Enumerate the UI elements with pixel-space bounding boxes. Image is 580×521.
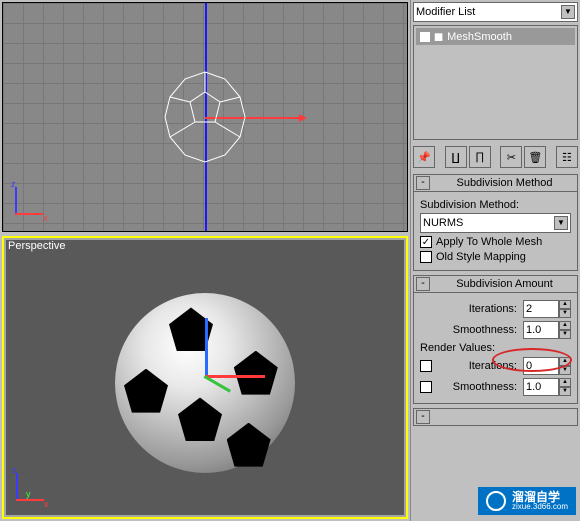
- spinner-up-icon[interactable]: ▲: [559, 300, 571, 309]
- spinner-down-icon[interactable]: ▼: [559, 387, 571, 396]
- render-values-label: Render Values:: [420, 342, 571, 354]
- watermark-logo-icon: [486, 491, 506, 511]
- trash-icon[interactable]: 🗑: [524, 146, 546, 168]
- rollup-subdivision-method-header[interactable]: - Subdivision Method: [413, 174, 578, 192]
- watermark: 溜溜自学 zixue.3d66.com: [478, 487, 576, 515]
- render-smoothness-label: Smoothness:: [436, 381, 519, 393]
- rollup-subdivision-amount-header[interactable]: - Subdivision Amount: [413, 275, 578, 293]
- lightbulb-icon[interactable]: [420, 32, 430, 42]
- viewport-top[interactable]: z x: [2, 2, 408, 232]
- rollup-subdivision-method-body: Subdivision Method: NURMS ▼ Apply To Who…: [413, 192, 578, 271]
- subdiv-method-label: Subdivision Method:: [420, 199, 571, 211]
- remove-modifier-icon[interactable]: ✂: [500, 146, 522, 168]
- modifier-list-dropdown[interactable]: Modifier List ▼: [413, 2, 578, 22]
- spinner-down-icon[interactable]: ▼: [559, 366, 571, 375]
- axis-gizmo-perspective: z x y: [12, 469, 52, 509]
- old-style-mapping-checkbox[interactable]: [420, 251, 432, 263]
- viewport-label: Perspective: [8, 240, 65, 252]
- stack-item-label: MeshSmooth: [447, 31, 512, 43]
- rollup-subdivision-amount-body: Iterations: 2 ▲▼ Smoothness: 1.0 ▲▼ Rend…: [413, 293, 578, 404]
- render-iterations-checkbox[interactable]: [420, 360, 432, 372]
- configure-icon[interactable]: ☷: [556, 146, 578, 168]
- rollup-next-header[interactable]: -: [413, 408, 578, 426]
- spinner-up-icon[interactable]: ▲: [559, 378, 571, 387]
- viewport-perspective[interactable]: Perspective z x y: [2, 236, 408, 519]
- command-panel: Modifier List ▼ ◼ MeshSmooth 📌 ∐ ∏ ✂ 🗑 ☷…: [410, 0, 580, 521]
- wireframe-object[interactable]: [155, 67, 255, 167]
- modifier-stack[interactable]: ◼ MeshSmooth: [413, 25, 578, 140]
- expand-icon[interactable]: ◼: [434, 30, 443, 43]
- make-unique-icon[interactable]: ∏: [469, 146, 491, 168]
- chevron-down-icon[interactable]: ▼: [561, 5, 575, 19]
- spinner-up-icon[interactable]: ▲: [559, 321, 571, 330]
- subdiv-method-dropdown[interactable]: NURMS ▼: [420, 213, 571, 233]
- collapse-icon[interactable]: -: [416, 176, 430, 190]
- viewports: z x Perspective z x y: [0, 0, 410, 521]
- spinner-up-icon[interactable]: ▲: [559, 357, 571, 366]
- rollup-title: Subdivision Amount: [432, 278, 577, 290]
- render-iterations-label: Iterations:: [436, 360, 519, 372]
- watermark-url: zixue.3d66.com: [512, 503, 568, 511]
- stack-item-meshsmooth[interactable]: ◼ MeshSmooth: [416, 28, 575, 45]
- rollup-title: Subdivision Method: [432, 177, 577, 189]
- pin-icon[interactable]: 📌: [413, 146, 435, 168]
- collapse-icon[interactable]: -: [416, 277, 430, 291]
- render-smoothness-value[interactable]: 1.0: [523, 378, 559, 396]
- smoothness-spinner[interactable]: 1.0 ▲▼: [523, 321, 571, 339]
- apply-whole-mesh-label: Apply To Whole Mesh: [436, 236, 542, 248]
- iterations-value[interactable]: 2: [523, 300, 559, 318]
- apply-whole-mesh-checkbox[interactable]: [420, 236, 432, 248]
- iterations-spinner[interactable]: 2 ▲▼: [523, 300, 571, 318]
- render-iterations-value[interactable]: 0: [523, 357, 559, 375]
- smoothness-value[interactable]: 1.0: [523, 321, 559, 339]
- iterations-label: Iterations:: [420, 303, 519, 315]
- modifier-list-label: Modifier List: [416, 6, 475, 18]
- render-smoothness-spinner[interactable]: 1.0 ▲▼: [523, 378, 571, 396]
- collapse-icon[interactable]: -: [416, 410, 430, 424]
- smoothness-label: Smoothness:: [420, 324, 519, 336]
- spinner-down-icon[interactable]: ▼: [559, 330, 571, 339]
- old-style-mapping-label: Old Style Mapping: [436, 251, 526, 263]
- chevron-down-icon[interactable]: ▼: [554, 216, 568, 230]
- stack-toolbar: 📌 ∐ ∏ ✂ 🗑 ☷: [413, 146, 578, 168]
- axis-gizmo-top: z x: [11, 183, 51, 223]
- subdiv-method-value: NURMS: [423, 217, 463, 229]
- render-iterations-spinner[interactable]: 0 ▲▼: [523, 357, 571, 375]
- show-end-result-icon[interactable]: ∐: [445, 146, 467, 168]
- render-smoothness-checkbox[interactable]: [420, 381, 432, 393]
- spinner-down-icon[interactable]: ▼: [559, 309, 571, 318]
